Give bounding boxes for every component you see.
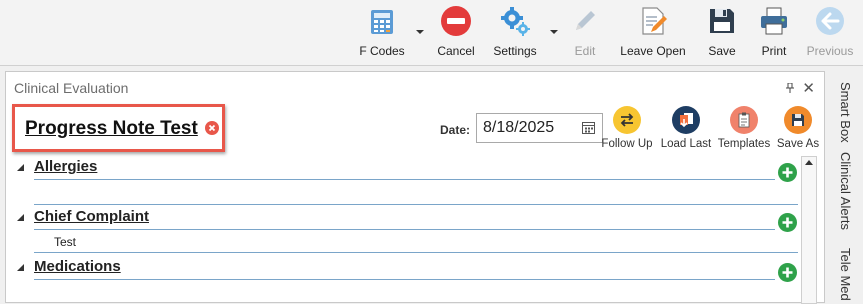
load-last-button[interactable]: Load Last bbox=[656, 106, 716, 150]
note-sections: Allergies Chief Complaint Test Medicatio… bbox=[6, 156, 798, 304]
panel-title: Clinical Evaluation bbox=[14, 80, 129, 96]
save-as-button[interactable]: Save As bbox=[768, 106, 828, 150]
main-toolbar: F Codes Cancel Settings Edit Leave Open … bbox=[0, 0, 863, 66]
calendar-icon[interactable] bbox=[582, 121, 595, 134]
date-picker[interactable] bbox=[476, 113, 603, 143]
previous-button[interactable]: Previous bbox=[803, 4, 857, 62]
clipboard-icon bbox=[730, 106, 758, 134]
follow-up-button[interactable]: Follow Up bbox=[597, 106, 657, 150]
tab-smart-box[interactable]: Smart Box bbox=[838, 82, 853, 143]
swap-arrows-icon bbox=[613, 106, 641, 134]
pencil-icon bbox=[568, 4, 602, 38]
cancel-button[interactable]: Cancel bbox=[436, 4, 476, 62]
previous-label: Previous bbox=[806, 44, 854, 58]
arrow-left-icon bbox=[813, 4, 847, 38]
document-edit-icon bbox=[636, 4, 670, 38]
section-divider bbox=[34, 179, 775, 180]
printer-icon bbox=[757, 4, 791, 38]
settings-dropdown-icon[interactable] bbox=[549, 28, 559, 36]
note-title-box: Progress Note Test bbox=[12, 104, 225, 152]
add-icon[interactable] bbox=[778, 163, 797, 182]
side-tab-strip: Smart Box Clinical Alerts Tele Med bbox=[829, 72, 863, 303]
note-title[interactable]: Progress Note Test bbox=[25, 118, 198, 140]
gear-icon bbox=[498, 4, 532, 38]
section-title[interactable]: Chief Complaint bbox=[34, 208, 149, 225]
fcodes-dropdown-icon[interactable] bbox=[415, 28, 425, 36]
collapse-triangle-icon[interactable] bbox=[17, 164, 24, 171]
leave-open-label: Leave Open bbox=[620, 44, 686, 58]
collapse-triangle-icon[interactable] bbox=[17, 214, 24, 221]
print-button[interactable]: Print bbox=[756, 4, 792, 62]
print-label: Print bbox=[761, 44, 787, 58]
templates-button[interactable]: Templates bbox=[714, 106, 774, 150]
add-icon[interactable] bbox=[778, 263, 797, 282]
section-divider bbox=[34, 279, 775, 280]
save-button[interactable]: Save bbox=[705, 4, 739, 62]
tab-clinical-alerts[interactable]: Clinical Alerts bbox=[838, 152, 853, 230]
fcodes-button[interactable]: F Codes bbox=[359, 4, 405, 62]
load-last-label: Load Last bbox=[660, 138, 712, 150]
edit-button[interactable]: Edit bbox=[568, 4, 602, 62]
settings-button[interactable]: Settings bbox=[492, 4, 538, 62]
remove-note-icon[interactable] bbox=[205, 121, 219, 135]
vertical-scrollbar[interactable] bbox=[801, 156, 817, 304]
section-body[interactable]: Test bbox=[54, 235, 76, 249]
fcodes-label: F Codes bbox=[359, 44, 405, 58]
date-input[interactable] bbox=[477, 114, 577, 142]
clinical-evaluation-panel: Clinical Evaluation ✕ Progress Note Test… bbox=[5, 71, 828, 304]
edit-label: Edit bbox=[574, 44, 596, 58]
add-icon[interactable] bbox=[778, 213, 797, 232]
pin-icon[interactable] bbox=[786, 83, 794, 93]
load-document-icon bbox=[672, 106, 700, 134]
leave-open-button[interactable]: Leave Open bbox=[620, 4, 686, 62]
cancel-icon bbox=[439, 4, 473, 38]
save-label: Save bbox=[708, 44, 736, 58]
section-title[interactable]: Allergies bbox=[34, 158, 97, 175]
tab-tele-med[interactable]: Tele Med bbox=[838, 248, 853, 301]
save-as-label: Save As bbox=[776, 138, 820, 150]
save-as-icon bbox=[784, 106, 812, 134]
templates-label: Templates bbox=[717, 138, 771, 150]
section-title[interactable]: Medications bbox=[34, 258, 121, 275]
section-divider bbox=[34, 229, 775, 230]
settings-label: Settings bbox=[493, 44, 537, 58]
date-label: Date: bbox=[440, 123, 471, 137]
section-bottom-line bbox=[34, 204, 798, 205]
follow-up-label: Follow Up bbox=[601, 138, 653, 150]
collapse-triangle-icon[interactable] bbox=[17, 264, 24, 271]
scroll-up-arrow-icon[interactable] bbox=[805, 159, 813, 165]
close-panel-icon[interactable]: ✕ bbox=[802, 79, 815, 97]
cancel-label: Cancel bbox=[437, 44, 475, 58]
fcodes-icon bbox=[365, 4, 399, 38]
section-bottom-line bbox=[34, 252, 798, 253]
floppy-disk-icon bbox=[705, 4, 739, 38]
